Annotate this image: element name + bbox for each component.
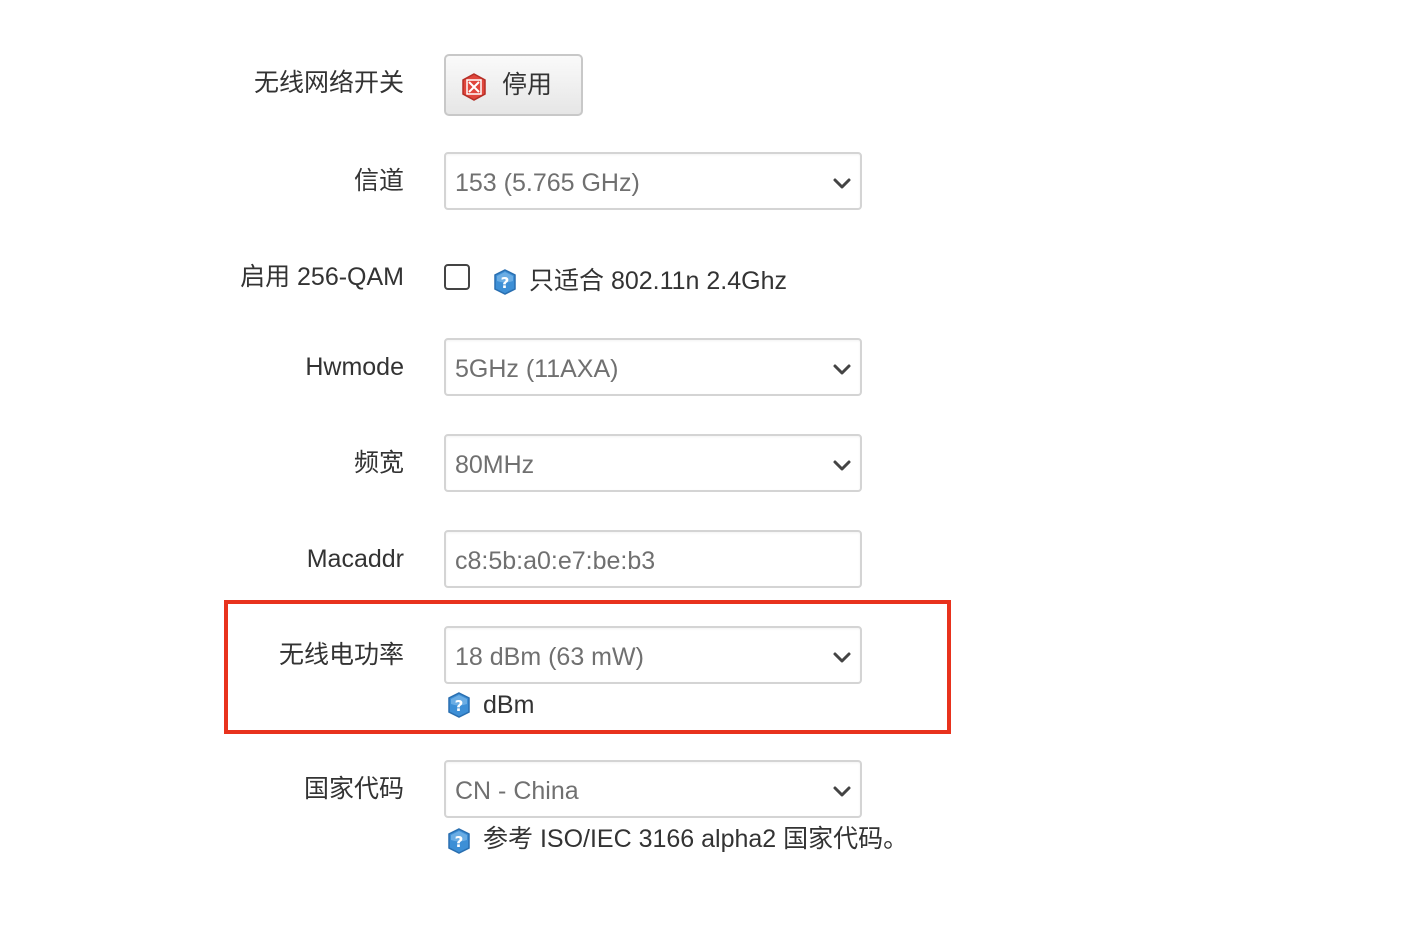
bandwidth-label: 频宽 bbox=[353, 449, 404, 477]
close-x-icon bbox=[459, 72, 489, 102]
channel-label: 信道 bbox=[353, 167, 404, 195]
country-label: 国家代码 bbox=[303, 775, 404, 803]
bandwidth-select-value: 80MHz bbox=[455, 451, 535, 479]
tx-power-select-value: 18 dBm (63 mW) bbox=[455, 643, 644, 671]
macaddr-input[interactable]: c8:5b:a0:e7:be:b3 bbox=[444, 530, 862, 588]
hwmode-select-value: 5GHz (11AXA) bbox=[455, 355, 619, 383]
wifi-switch-label: 无线网络开关 bbox=[253, 69, 404, 97]
disable-button-label: 停用 bbox=[502, 71, 553, 99]
channel-select-value: 153 (5.765 GHz) bbox=[455, 169, 640, 197]
macaddr-input-value: c8:5b:a0:e7:be:b3 bbox=[455, 547, 656, 575]
channel-select[interactable]: 153 (5.765 GHz) bbox=[444, 152, 862, 210]
chevron-down-icon bbox=[832, 647, 852, 667]
qam-checkbox[interactable] bbox=[444, 264, 470, 290]
tx-power-hint: dBm bbox=[483, 691, 535, 719]
chevron-down-icon bbox=[832, 455, 852, 475]
question-icon bbox=[491, 268, 519, 296]
chevron-down-icon bbox=[832, 781, 852, 801]
bandwidth-select[interactable]: 80MHz bbox=[444, 434, 862, 492]
tx-power-select[interactable]: 18 dBm (63 mW) bbox=[444, 626, 862, 684]
country-select[interactable]: CN - China bbox=[444, 760, 862, 818]
question-icon bbox=[445, 827, 473, 855]
qam-hint: 只适合 802.11n 2.4Ghz bbox=[529, 267, 788, 295]
hwmode-label: Hwmode bbox=[305, 353, 404, 381]
disable-button[interactable]: 停用 bbox=[444, 54, 583, 116]
macaddr-label: Macaddr bbox=[306, 545, 404, 573]
country-hint: 参考 ISO/IEC 3166 alpha2 国家代码。 bbox=[483, 825, 909, 853]
question-icon bbox=[445, 691, 473, 719]
qam-label: 启用 256-QAM bbox=[240, 263, 404, 291]
country-select-value: CN - China bbox=[455, 777, 579, 805]
chevron-down-icon bbox=[832, 173, 852, 193]
hwmode-select[interactable]: 5GHz (11AXA) bbox=[444, 338, 862, 396]
tx-power-label: 无线电功率 bbox=[278, 641, 404, 669]
chevron-down-icon bbox=[832, 359, 852, 379]
